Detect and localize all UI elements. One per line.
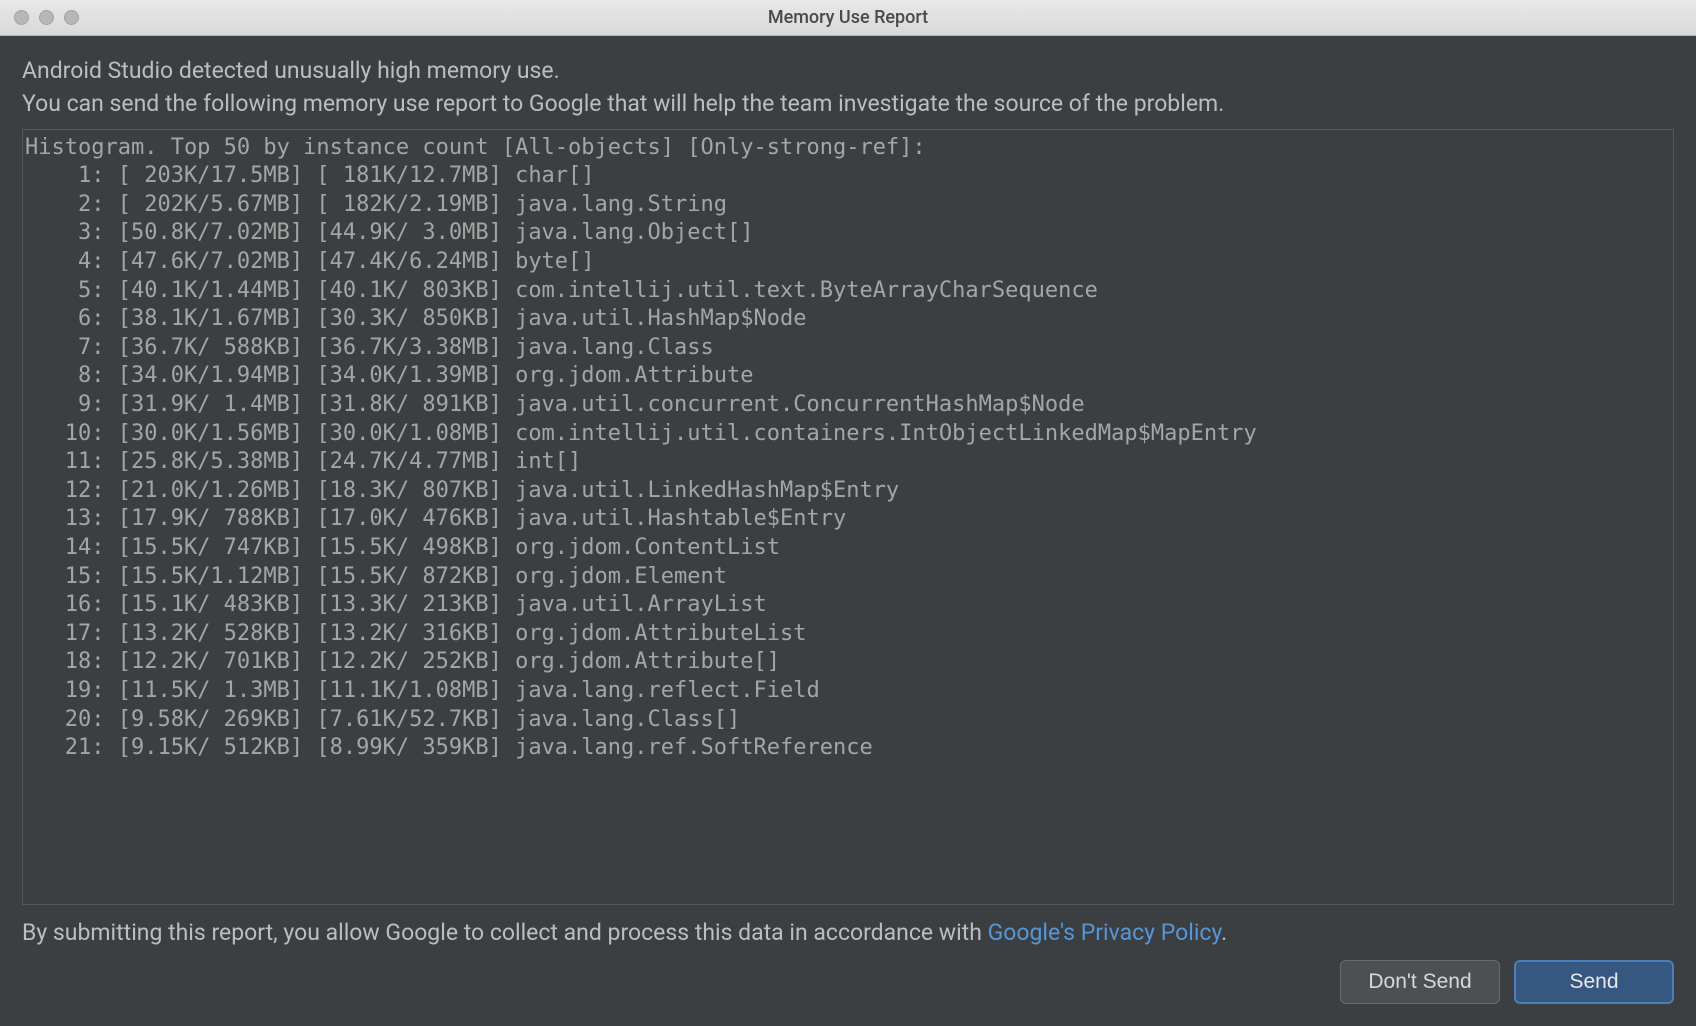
intro-text: Android Studio detected unusually high m… [22, 54, 1674, 121]
titlebar: Memory Use Report [0, 0, 1696, 36]
privacy-prefix: By submitting this report, you allow Goo… [22, 919, 988, 946]
send-button[interactable]: Send [1514, 960, 1674, 1004]
intro-line-1: Android Studio detected unusually high m… [22, 54, 1674, 87]
dialog-buttons: Don't Send Send [22, 956, 1674, 1026]
zoom-icon[interactable] [64, 10, 79, 25]
privacy-notice: By submitting this report, you allow Goo… [22, 905, 1674, 956]
close-icon[interactable] [14, 10, 29, 25]
privacy-suffix: . [1221, 919, 1227, 946]
intro-line-2: You can send the following memory use re… [22, 87, 1674, 120]
dont-send-button[interactable]: Don't Send [1340, 960, 1500, 1004]
window-controls [0, 10, 79, 25]
memory-report-textarea[interactable]: Histogram. Top 50 by instance count [All… [22, 129, 1674, 905]
window-title: Memory Use Report [0, 7, 1696, 28]
privacy-policy-link[interactable]: Google's Privacy Policy [988, 919, 1222, 946]
minimize-icon[interactable] [39, 10, 54, 25]
dialog-content: Android Studio detected unusually high m… [0, 36, 1696, 1026]
